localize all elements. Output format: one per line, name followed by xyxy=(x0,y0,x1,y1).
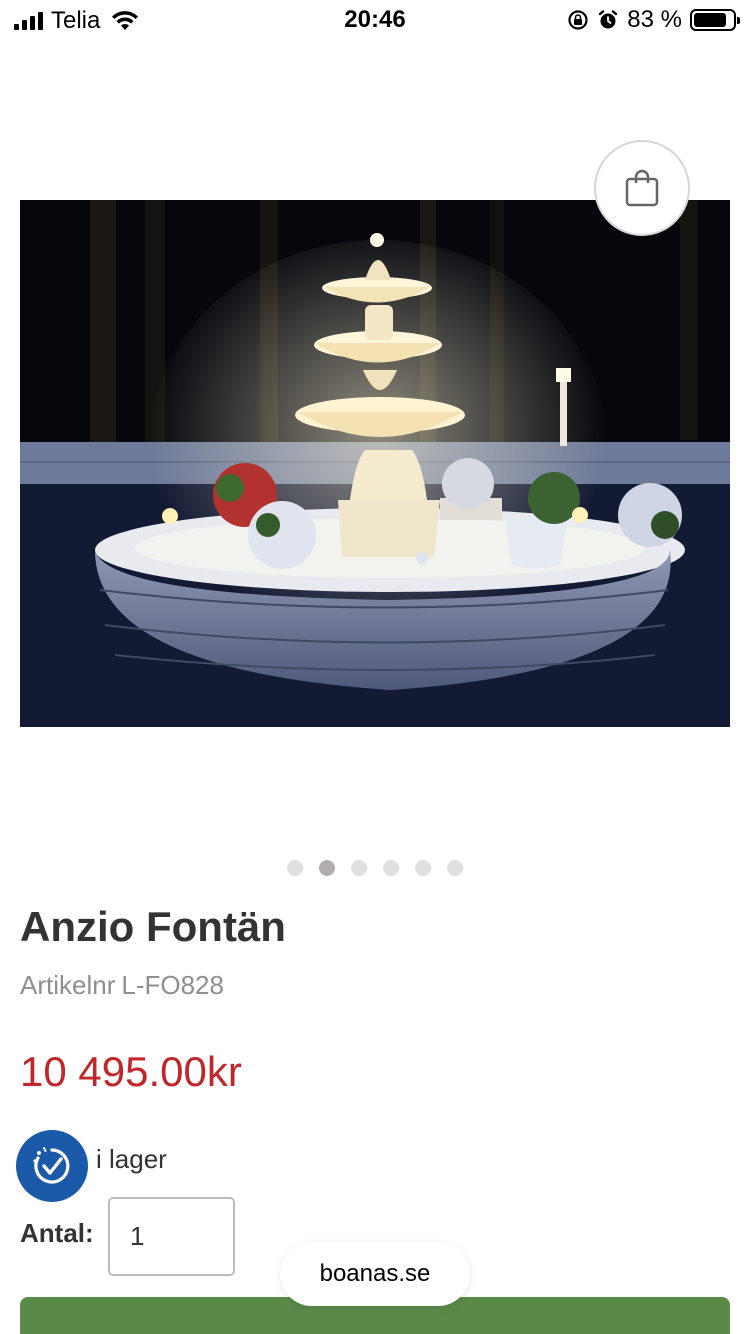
url-bar[interactable]: boanas.se xyxy=(280,1242,470,1306)
quantity-label: Antal: xyxy=(20,1218,94,1248)
carousel-dot[interactable] xyxy=(287,860,303,876)
stock-status: i lager xyxy=(16,1130,167,1202)
carousel-dot[interactable] xyxy=(319,860,335,876)
sku-label: Artikelnr xyxy=(20,970,116,1000)
shopping-bag-icon xyxy=(625,169,659,207)
battery-icon xyxy=(690,9,740,31)
carousel-dot[interactable] xyxy=(415,860,431,876)
product-image[interactable] xyxy=(20,200,730,727)
carousel-dot[interactable] xyxy=(447,860,463,876)
stock-text: i lager xyxy=(96,1143,167,1174)
carousel-dot[interactable] xyxy=(351,860,367,876)
status-bar: Telia 20:46 83 % xyxy=(0,0,750,42)
quantity-input[interactable] xyxy=(108,1197,235,1276)
in-stock-icon xyxy=(16,1130,88,1202)
product-title: Anzio Fontän xyxy=(20,903,286,950)
price: 10 495.00kr xyxy=(20,1048,242,1095)
alarm-icon xyxy=(599,10,618,29)
orientation-lock-icon xyxy=(568,10,588,30)
sku-value: L-FO828 xyxy=(121,970,224,1000)
cart-button[interactable] xyxy=(594,140,690,236)
sku: Artikelnr L-FO828 xyxy=(20,970,224,1001)
carousel-dots xyxy=(287,860,463,876)
battery-percentage: 83 % xyxy=(627,6,682,33)
carousel-dot[interactable] xyxy=(383,860,399,876)
fountain-photo xyxy=(20,200,730,727)
